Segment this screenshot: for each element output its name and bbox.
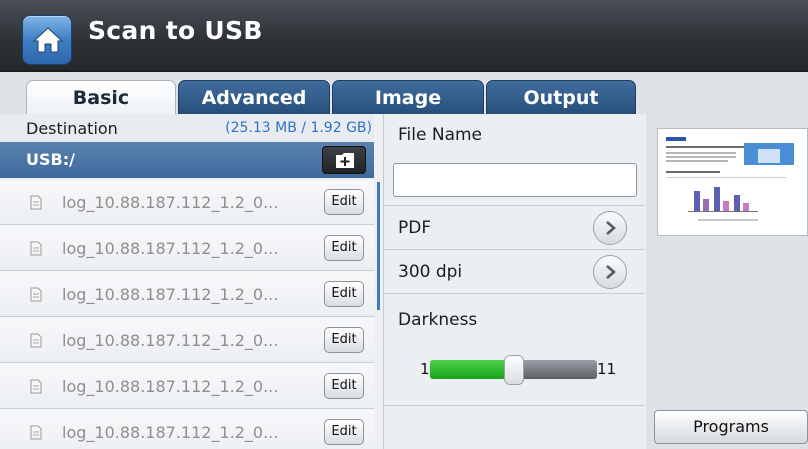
file-name: log_10.88.187.112_1.2_0... xyxy=(62,377,279,396)
destination-header: Destination (25.13 MB / 1.92 GB) xyxy=(0,114,374,142)
file-list-item[interactable]: log_10.88.187.112_1.2_0... Edit xyxy=(0,410,374,449)
darkness-max: 11 xyxy=(597,360,617,378)
home-button[interactable] xyxy=(22,15,72,65)
format-more-button[interactable] xyxy=(593,211,627,245)
add-folder-button[interactable] xyxy=(322,146,366,174)
document-icon xyxy=(30,379,42,394)
file-name-label: File Name xyxy=(398,125,483,145)
file-name-input[interactable] xyxy=(393,163,637,197)
file-list-item[interactable]: log_10.88.187.112_1.2_0... Edit xyxy=(0,318,374,363)
chevron-right-icon xyxy=(606,265,616,279)
resolution-more-button[interactable] xyxy=(593,255,627,289)
file-name: log_10.88.187.112_1.2_0... xyxy=(62,285,279,304)
darkness-slider-thumb[interactable] xyxy=(504,355,524,385)
divider xyxy=(383,293,645,294)
darkness-min: 1 xyxy=(420,360,430,378)
resolution-value: 300 dpi xyxy=(398,262,463,282)
edit-button[interactable]: Edit xyxy=(324,189,364,215)
document-icon xyxy=(30,333,42,348)
file-list-item[interactable]: log_10.88.187.112_1.2_0... Edit xyxy=(0,180,374,225)
document-icon xyxy=(30,241,42,256)
darkness-label: Darkness xyxy=(398,310,478,330)
edit-button[interactable]: Edit xyxy=(324,327,364,353)
list-scrollbar[interactable] xyxy=(377,182,380,310)
edit-button[interactable]: Edit xyxy=(324,281,364,307)
destination-label: Destination xyxy=(26,119,118,138)
tab-basic[interactable]: Basic xyxy=(26,80,176,114)
programs-button[interactable]: Programs xyxy=(654,410,808,444)
resolution-option[interactable]: 300 dpi xyxy=(383,249,645,293)
file-list-item[interactable]: log_10.88.187.112_1.2_0... Edit xyxy=(0,226,374,271)
file-list: log_10.88.187.112_1.2_0... Edit log_10.8… xyxy=(0,180,374,449)
format-option[interactable]: PDF xyxy=(383,205,645,249)
tab-image[interactable]: Image xyxy=(332,80,484,114)
file-name: log_10.88.187.112_1.2_0... xyxy=(62,331,279,350)
page-title: Scan to USB xyxy=(88,16,263,45)
add-folder-icon xyxy=(336,153,354,168)
tab-advanced[interactable]: Advanced xyxy=(178,80,330,114)
darkness-slider-fill xyxy=(430,360,514,379)
usb-path-bar: USB:/ xyxy=(0,142,374,178)
chevron-right-icon xyxy=(606,221,616,235)
storage-info: (25.13 MB / 1.92 GB) xyxy=(225,120,372,136)
file-name: log_10.88.187.112_1.2_0... xyxy=(62,239,279,258)
document-preview[interactable] xyxy=(657,128,808,236)
file-name: log_10.88.187.112_1.2_0... xyxy=(62,423,279,442)
divider xyxy=(383,405,645,406)
document-icon xyxy=(30,425,42,440)
usb-path: USB:/ xyxy=(26,150,75,169)
edit-button[interactable]: Edit xyxy=(324,373,364,399)
title-bar: Scan to USB xyxy=(0,0,808,72)
edit-button[interactable]: Edit xyxy=(324,419,364,445)
file-list-item[interactable]: log_10.88.187.112_1.2_0... Edit xyxy=(0,364,374,409)
file-name: log_10.88.187.112_1.2_0... xyxy=(62,193,279,212)
document-icon xyxy=(30,287,42,302)
document-icon xyxy=(30,195,42,210)
tab-output[interactable]: Output xyxy=(486,80,636,114)
format-value: PDF xyxy=(398,218,432,238)
file-list-item[interactable]: log_10.88.187.112_1.2_0... Edit xyxy=(0,272,374,317)
home-icon xyxy=(32,27,64,53)
document-preview-image xyxy=(666,137,794,221)
edit-button[interactable]: Edit xyxy=(324,235,364,261)
